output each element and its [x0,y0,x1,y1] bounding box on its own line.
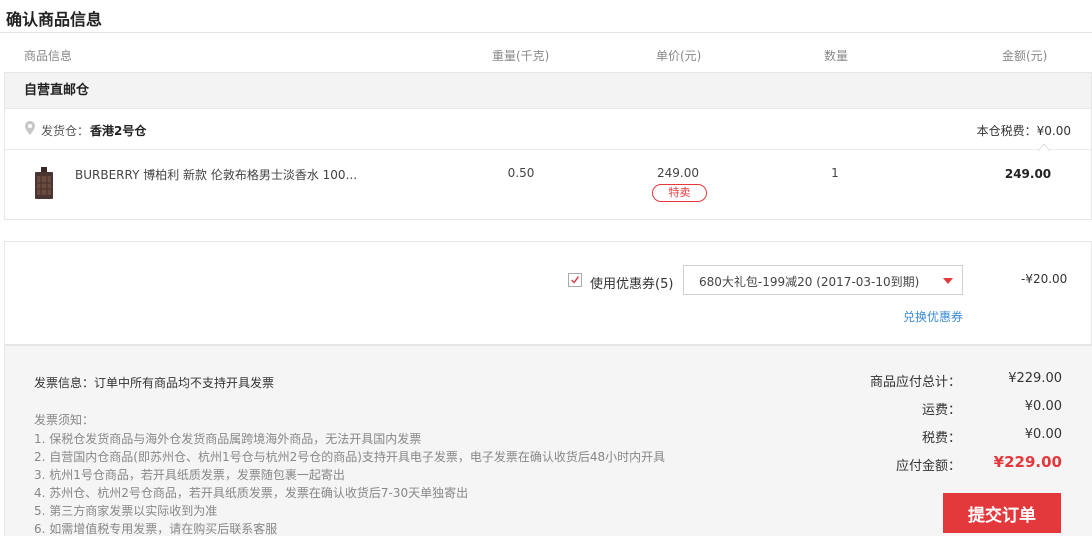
column-header-info: 商品信息 [24,49,73,63]
product-weight: 0.50 [507,166,535,180]
page-title: 确认商品信息 [6,10,103,29]
submit-order-button[interactable]: 提交订单 [943,493,1061,533]
exchange-coupon-link[interactable]: 兑换优惠券 [903,308,963,325]
coupon-checkbox[interactable] [568,273,582,287]
column-header-price: 单价(元) [656,49,702,63]
goods-total-value: ¥229.00 [1008,371,1062,386]
column-header-weight: 重量(千克) [492,49,550,63]
invoice-notice-item: 5. 第三方商家发票以实际收到为准 [34,504,218,518]
invoice-notice-title: 发票须知： [34,413,95,427]
product-row: BURBERRY 博柏利 新款 伦敦布格男士淡香水 100... 0.50 24… [5,150,1091,220]
payable-label: 应付金额： [895,459,961,474]
product-quantity: 1 [831,166,839,180]
warehouse-tax: 本仓税费：¥0.00 [976,124,1071,138]
product-price: 249.00 [657,166,699,180]
location-pin-icon [25,121,35,135]
column-header-amount: 金额(元) [1002,49,1048,63]
perfume-bottle-image[interactable] [35,167,53,199]
invoice-notice-item: 4. 苏州仓、杭州2号仓商品，若开具纸质发票，发票在确认收货后7-30天单独寄出 [34,486,469,500]
coupon-select[interactable]: 680大礼包-199减20 (2017-03-10到期) [683,265,963,295]
product-amount: 249.00 [1004,167,1052,181]
ship-from-value: 香港2号仓 [90,124,147,138]
caret-down-icon [943,278,953,284]
shipping-warehouse-row: 发货仓： 香港2号仓 本仓税费：¥0.00 [5,109,1091,151]
checkmark-icon [571,276,579,284]
tax-label: 税费： [921,431,961,446]
ship-from-label: 发货仓： [41,124,90,138]
coupon-section: 使用优惠券(5) 680大礼包-199减20 (2017-03-10到期) -¥… [4,241,1092,345]
order-summary: 发票信息：订单中所有商品均不支持开具发票 发票须知： 1. 保税仓发货商品与海外… [4,345,1092,536]
warehouse-section: 自营直邮仓 发货仓： 香港2号仓 本仓税费：¥0.00 BURBERRY 博柏利… [4,72,1092,220]
invoice-info: 发票信息：订单中所有商品均不支持开具发票 [34,376,275,390]
column-header-qty: 数量 [824,49,849,63]
coupon-discount: -¥20.00 [1021,272,1068,286]
sale-badge: 特卖 [652,184,707,202]
use-coupon-label[interactable]: 使用优惠券(5) [590,273,673,292]
invoice-notice-item: 3. 杭州1号仓商品，若开具纸质发票，发票随包裹一起寄出 [34,468,345,482]
product-name-link[interactable]: BURBERRY 博柏利 新款 伦敦布格男士淡香水 100... [75,166,375,183]
payable-amount: ¥229.00 [993,453,1062,471]
goods-total-label: 商品应付总计： [869,375,961,390]
invoice-notice-item: 6. 如需增值税专用发票，请在购买后联系客服 [34,522,278,536]
title-divider [0,32,1092,33]
invoice-notice-item: 2. 自营国内仓商品(即苏州仓、杭州1号仓与杭州2号仓的商品)支持开具电子发票，… [34,450,666,464]
shipping-label: 运费： [921,403,961,418]
tax-value: ¥0.00 [1024,427,1062,442]
shipping-value: ¥0.00 [1024,399,1062,414]
coupon-selected-value: 680大礼包-199减20 (2017-03-10到期) [699,275,920,289]
invoice-notice-item: 1. 保税仓发货商品与海外仓发货商品属跨境海外商品，无法开具国内发票 [34,432,422,446]
warehouse-name: 自营直邮仓 [5,73,1091,109]
